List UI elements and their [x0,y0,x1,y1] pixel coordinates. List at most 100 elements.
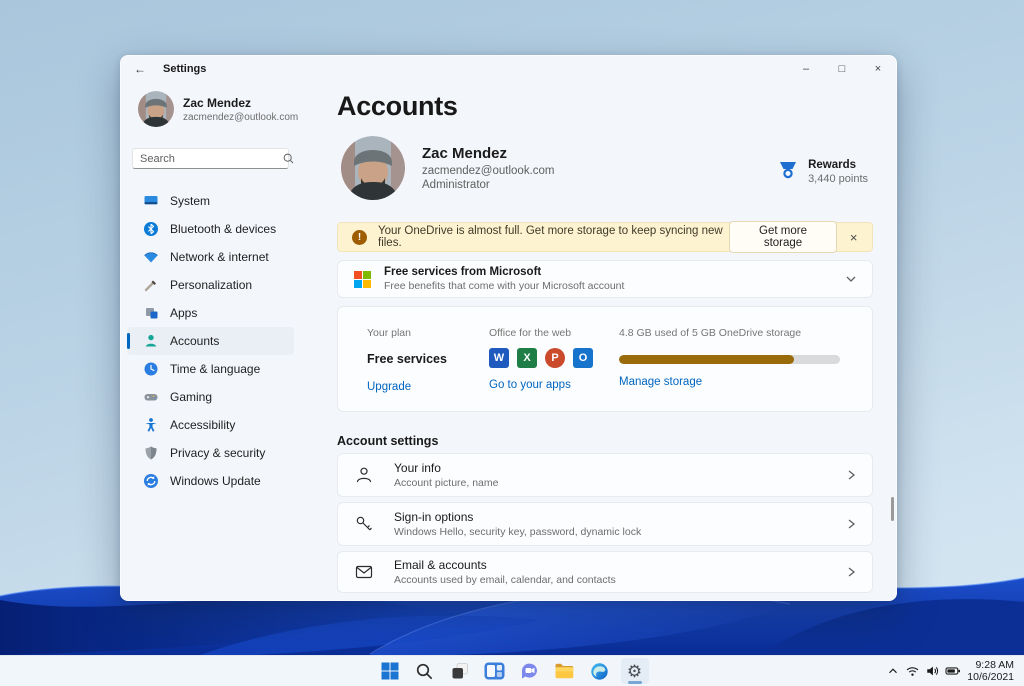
close-button[interactable]: × [860,56,896,82]
word-icon[interactable]: W [489,348,509,368]
search-icon [282,152,295,165]
sidebar-item-label: Accessibility [170,418,236,432]
rewards-points: 3,440 points [808,173,868,185]
tray-date: 10/6/2021 [967,671,1014,683]
excel-icon[interactable]: X [517,348,537,368]
warning-icon: ! [352,229,367,245]
your-info-row[interactable]: Your info Account picture, name [337,453,873,497]
search-box[interactable] [132,148,294,169]
system-icon [143,193,159,209]
back-button[interactable]: ← [125,62,155,76]
rewards-label: Rewards [808,159,856,171]
gear-icon: ⚙ [626,661,643,681]
wifi-icon [143,249,159,265]
tray-chevron-up-icon[interactable] [886,664,900,678]
free-card-subtitle: Free benefits that come with your Micros… [384,280,625,292]
sign-in-options-row[interactable]: Sign-in options Windows Hello, security … [337,502,873,546]
sidebar-item-time-language[interactable]: Time & language [127,355,294,383]
settings-window: ← Settings – □ × Zac Mendez zacmendez@ou… [120,55,897,601]
window-title: Settings [163,63,207,75]
free-card-title: Free services from Microsoft [384,266,542,278]
profile-email: zacmendez@outlook.com [422,165,555,177]
plan-card: Your plan Free services Upgrade Office f… [337,306,873,412]
sidebar-item-label: Personalization [170,278,253,292]
chat-icon[interactable] [516,658,544,684]
storage-progress-fill [619,355,794,364]
search-taskbar-icon[interactable] [411,658,439,684]
file-explorer-icon[interactable] [551,658,579,684]
sidebar-item-accounts[interactable]: Accounts [127,327,294,355]
settings-taskbar-icon[interactable]: ⚙ [620,658,649,684]
scrollbar-thumb[interactable] [891,497,894,521]
sidebar-item-accessibility[interactable]: Accessibility [127,411,294,439]
sidebar-item-label: System [170,194,211,208]
profile-role: Administrator [422,179,490,191]
sidebar-item-apps[interactable]: Apps [127,299,294,327]
plan-header: Your plan [367,327,411,339]
search-input[interactable] [140,152,282,165]
powerpoint-icon[interactable]: P [545,348,565,368]
office-apps: W X P O [489,348,593,368]
tray-volume-icon[interactable] [925,664,940,678]
titlebar: ← Settings – □ × [121,56,896,82]
edge-icon[interactable] [586,658,614,684]
email-accounts-row[interactable]: Email & accounts Accounts used by email,… [337,551,873,593]
tray-wifi-icon[interactable] [905,664,920,678]
key-icon [354,514,376,534]
account-profile: Zac Mendez zacmendez@outlook.com Adminis… [341,136,555,200]
plan-value: Free services [367,352,447,366]
row-subtitle: Account picture, name [394,477,499,489]
clock[interactable]: 9:28 AM 10/6/2021 [967,659,1018,683]
sidebar-user-card[interactable]: Zac Mendez zacmendez@outlook.com [138,91,337,127]
main-content: Accounts Zac Mendez zacmendez@outlook.co… [337,82,896,600]
sidebar-item-label: Apps [170,306,198,320]
chevron-right-icon [844,468,858,482]
sidebar-nav: System Bluetooth & devices Network & int… [121,187,337,495]
user-email: zacmendez@outlook.com [183,111,299,123]
office-header: Office for the web [489,327,572,339]
sidebar-item-label: Gaming [170,390,213,404]
user-name: Zac Mendez [183,95,252,110]
gamepad-icon [143,389,159,405]
sidebar-item-network-internet[interactable]: Network & internet [127,243,294,271]
sidebar-item-gaming[interactable]: Gaming [127,383,294,411]
sidebar-item-windows-update[interactable]: Windows Update [127,467,294,495]
sidebar-item-label: Network & internet [170,250,269,264]
minimize-button[interactable]: – [788,56,824,82]
sidebar-item-privacy-security[interactable]: Privacy & security [127,439,294,467]
sidebar: Zac Mendez zacmendez@outlook.com System … [121,82,337,600]
row-subtitle: Accounts used by email, calendar, and co… [394,574,616,586]
free-services-card[interactable]: Free services from Microsoft Free benefi… [337,260,873,298]
get-more-storage-button[interactable]: Get more storage [728,221,838,253]
bluetooth-icon [143,221,159,237]
sidebar-item-label: Bluetooth & devices [170,222,277,236]
avatar [138,91,174,127]
system-tray: 9:28 AM 10/6/2021 [886,659,1018,683]
storage-header: 4.8 GB used of 5 GB OneDrive storage [619,327,802,339]
chevron-right-icon [844,565,858,579]
row-title: Your info [394,461,441,475]
upgrade-link[interactable]: Upgrade [367,381,411,393]
row-title: Sign-in options [394,510,474,524]
rewards-widget[interactable]: Rewards 3,440 points [777,159,868,185]
taskbar: ⚙ 9:28 AM 10/6/2021 [0,655,1024,686]
widgets-icon[interactable] [481,658,509,684]
maximize-button[interactable]: □ [824,56,860,82]
chevron-down-icon[interactable] [844,272,858,286]
start-button[interactable] [376,658,404,684]
row-title: Email & accounts [394,558,487,572]
sidebar-item-system[interactable]: System [127,187,294,215]
banner-close-icon[interactable]: × [843,230,864,245]
avatar-large[interactable] [341,136,405,200]
go-to-apps-link[interactable]: Go to your apps [489,379,571,391]
outlook-icon[interactable]: O [573,348,593,368]
manage-storage-link[interactable]: Manage storage [619,376,702,388]
sidebar-item-label: Windows Update [170,474,261,488]
sidebar-item-label: Privacy & security [170,446,266,460]
sidebar-item-bluetooth-devices[interactable]: Bluetooth & devices [127,215,294,243]
brush-icon [143,277,159,293]
storage-progress-bar [619,355,840,364]
sidebar-item-personalization[interactable]: Personalization [127,271,294,299]
task-view-icon[interactable] [446,658,474,684]
tray-battery-icon[interactable] [945,664,961,678]
